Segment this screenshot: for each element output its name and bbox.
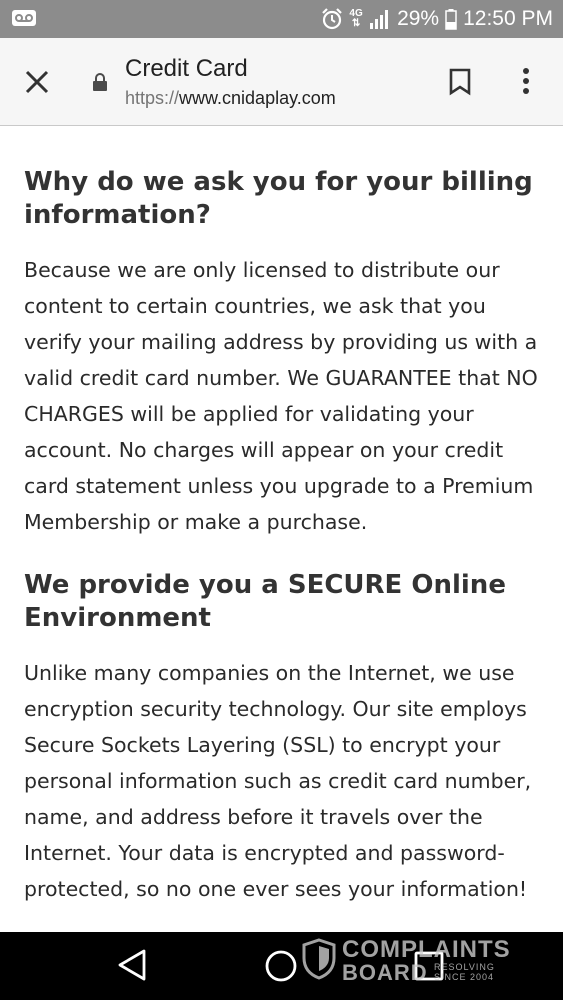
security-heading: We provide you a SECURE Online Environme… xyxy=(24,570,506,633)
more-vert-icon[interactable] xyxy=(520,66,532,96)
bookmark-icon[interactable] xyxy=(448,68,472,96)
billing-paragraph: Because we are only licensed to distribu… xyxy=(24,258,538,534)
watermark-tagline2: SINCE 2004 xyxy=(434,972,495,982)
signal-icon xyxy=(370,10,389,29)
alarm-icon xyxy=(322,8,342,30)
url-host: www.cnidaplay.com xyxy=(179,88,336,108)
page-title: Credit Card xyxy=(125,55,248,82)
clock: 12:50 PM xyxy=(463,7,553,30)
url-text[interactable]: https://www.cnidaplay.com xyxy=(125,88,336,109)
watermark-line2: BOARD xyxy=(342,960,428,985)
status-bar: 4G ⇅ 29% 12:50 PM xyxy=(0,0,563,38)
shield-logo-icon xyxy=(302,938,336,980)
billing-heading: Why do we ask you for your billing infor… xyxy=(24,167,533,230)
complaints-board-watermark: COMPLAINTS BOARD RESOLVING SINCE 2004 xyxy=(302,936,522,985)
lock-icon xyxy=(93,73,107,91)
browser-toolbar: Credit Card https://www.cnidaplay.com xyxy=(0,38,563,126)
watermark-tagline: RESOLVING SINCE 2004 xyxy=(434,962,495,982)
voicemail-icon xyxy=(12,10,36,26)
close-icon[interactable] xyxy=(22,67,52,97)
battery-icon xyxy=(445,9,457,30)
watermark-tagline1: RESOLVING xyxy=(434,962,495,972)
battery-percent: 29% xyxy=(397,7,440,30)
security-paragraph: Unlike many companies on the Internet, w… xyxy=(24,661,532,901)
data-arrows-icon: ⇅ xyxy=(351,18,361,29)
home-icon[interactable] xyxy=(264,949,298,983)
network-indicator: 4G ⇅ xyxy=(349,9,363,29)
page-content: Why do we ask you for your billing infor… xyxy=(24,166,544,936)
back-icon[interactable] xyxy=(116,948,148,982)
url-scheme: https:// xyxy=(125,88,180,108)
